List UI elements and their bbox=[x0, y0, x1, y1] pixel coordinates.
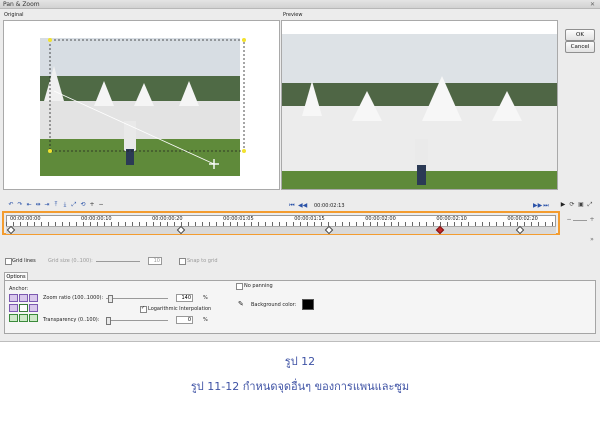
first-frame-icon[interactable]: ⏮ bbox=[289, 202, 295, 209]
background-color-swatch[interactable] bbox=[302, 299, 314, 310]
background-color-label: Background color: bbox=[251, 302, 297, 308]
preview-panel bbox=[281, 20, 558, 190]
timeline-label: 00:00:02:10 bbox=[436, 216, 467, 222]
timecode: 00:00:02:13 bbox=[314, 203, 345, 209]
align-top-icon[interactable]: ⤒ bbox=[53, 201, 59, 208]
expand-icon[interactable]: » bbox=[589, 236, 595, 243]
snap-to-grid-checkbox[interactable] bbox=[179, 258, 186, 265]
zoom-ratio-slider[interactable] bbox=[106, 298, 168, 299]
remove-keyframe-icon[interactable]: − bbox=[98, 201, 104, 208]
transparency-label: Transparency (0..100): bbox=[43, 317, 100, 323]
figure-number: รูป 12 bbox=[284, 355, 316, 368]
zoom-ratio-field[interactable]: 140 bbox=[176, 294, 193, 302]
grid-lines-label: Grid lines bbox=[12, 258, 36, 264]
align-left-icon[interactable]: ⇤ bbox=[26, 201, 32, 208]
preview-label: Preview bbox=[283, 12, 303, 18]
transparency-thumb[interactable] bbox=[106, 317, 111, 325]
add-keyframe-icon[interactable]: + bbox=[89, 201, 95, 208]
ok-button[interactable]: OK bbox=[565, 29, 595, 41]
anchor-top-left[interactable] bbox=[9, 294, 18, 302]
reset-icon[interactable]: ⟲ bbox=[80, 201, 86, 208]
transparency-slider[interactable] bbox=[106, 320, 168, 321]
align-right-icon[interactable]: ⇥ bbox=[44, 201, 50, 208]
anchor-center[interactable] bbox=[19, 304, 28, 312]
keyframe-track[interactable] bbox=[6, 226, 556, 234]
timeline-label: 00:00:00:10 bbox=[81, 216, 112, 222]
grid-size-label: Grid size (0..100): bbox=[48, 258, 93, 264]
timeline-label: 00:00:01:05 bbox=[223, 216, 254, 222]
anchor-bottom-left[interactable] bbox=[9, 314, 18, 322]
original-label: Original bbox=[4, 12, 24, 18]
snap-to-grid-label: Snap to grid bbox=[187, 258, 218, 264]
transparency-field[interactable]: 0 bbox=[176, 316, 193, 324]
grid-size-slider[interactable] bbox=[96, 261, 140, 262]
anchor-middle-left[interactable] bbox=[9, 304, 18, 312]
anchor-middle-right[interactable] bbox=[29, 304, 38, 312]
window-titlebar: Pan & Zoom ✕ bbox=[0, 0, 600, 9]
align-bottom-icon[interactable]: ⤓ bbox=[62, 201, 68, 208]
loop-icon[interactable]: ⟳ bbox=[569, 201, 575, 208]
zoom-in-icon[interactable]: + bbox=[589, 216, 595, 223]
timeline-label: 00:00:02:20 bbox=[507, 216, 538, 222]
timeline-label: 00:00:01:15 bbox=[294, 216, 325, 222]
rotate-right-icon[interactable]: ↷ bbox=[17, 201, 23, 208]
zoom-ratio-unit: % bbox=[203, 295, 208, 301]
anchor-top-center[interactable] bbox=[19, 294, 28, 302]
no-panning-checkbox[interactable] bbox=[236, 283, 243, 290]
eyedropper-icon[interactable]: ✎ bbox=[238, 300, 244, 308]
timeline-label: 00:00:00:20 bbox=[152, 216, 183, 222]
rotate-left-icon[interactable]: ↶ bbox=[8, 201, 14, 208]
fullscreen-icon[interactable]: ⤢ bbox=[587, 201, 593, 208]
timeline-label: 00:00:02:00 bbox=[365, 216, 396, 222]
anchor-label: Anchor: bbox=[9, 286, 29, 292]
logarithmic-interpolation-label: Logarithmic Interpolation bbox=[148, 306, 212, 312]
preview-image bbox=[282, 34, 557, 189]
zoom-out-icon[interactable]: − bbox=[566, 216, 572, 223]
grid-lines-checkbox[interactable] bbox=[5, 258, 12, 265]
preview-options-icon[interactable]: ▣ bbox=[578, 201, 584, 208]
fit-icon[interactable]: ⤢ bbox=[71, 201, 77, 208]
anchor-top-right[interactable] bbox=[29, 294, 38, 302]
cancel-button[interactable]: Cancel bbox=[565, 41, 595, 53]
transparency-unit: % bbox=[203, 317, 208, 323]
options-panel bbox=[4, 280, 596, 334]
no-panning-label: No panning bbox=[244, 283, 273, 289]
close-icon[interactable]: ✕ bbox=[588, 1, 597, 8]
logarithmic-interpolation-checkbox[interactable] bbox=[140, 305, 147, 313]
window-title: Pan & Zoom bbox=[3, 1, 40, 8]
play-icon[interactable]: ▶ bbox=[560, 201, 566, 208]
zoom-ratio-label: Zoom ratio (100..1000): bbox=[43, 295, 104, 301]
figure-caption: รูป 11-12 กำหนดจุดอื่นๆ ของการแพนและซูม bbox=[190, 380, 410, 393]
anchor-bottom-right[interactable] bbox=[29, 314, 38, 322]
zoom-ratio-thumb[interactable] bbox=[108, 295, 113, 303]
anchor-bottom-center[interactable] bbox=[19, 314, 28, 322]
grid-size-field[interactable]: 10 bbox=[148, 257, 162, 265]
prev-frame-icon[interactable]: ◀◀ bbox=[298, 202, 307, 209]
next-frame-icon[interactable]: ▶▶ bbox=[533, 202, 542, 209]
timeline-label: 00:00:00:00 bbox=[10, 216, 41, 222]
last-frame-icon[interactable]: ⏭ bbox=[543, 202, 549, 209]
original-panel[interactable] bbox=[3, 20, 280, 190]
original-image bbox=[40, 38, 246, 176]
pan-zoom-window: Pan & Zoom ✕ Original Preview ⏮ ◀◀ 00:00… bbox=[0, 0, 600, 342]
align-center-icon[interactable]: ⇹ bbox=[35, 201, 41, 208]
timeline-zoom-slider[interactable] bbox=[573, 220, 587, 221]
